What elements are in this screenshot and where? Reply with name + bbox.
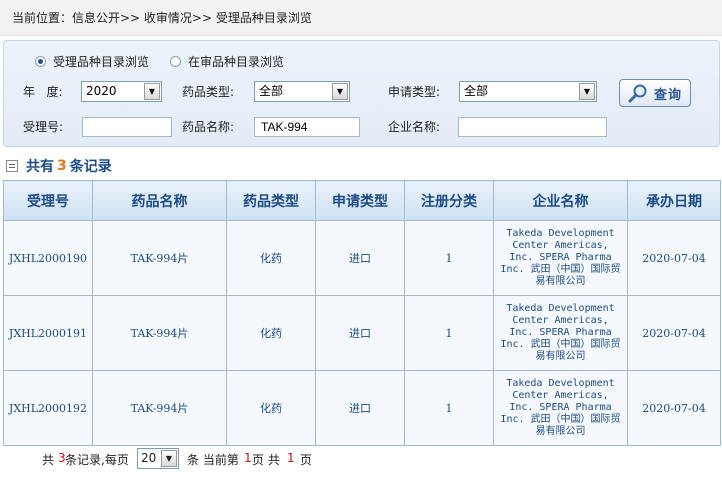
cell-drug-name: TAK-994片 (92, 295, 227, 371)
cell-apply-type: 进口 (315, 220, 405, 296)
year-select[interactable]: 2020 ▼ (81, 81, 162, 102)
page-size-select[interactable]: 20 ▼ (137, 448, 179, 469)
chevron-down-icon[interactable]: ▼ (161, 450, 177, 467)
pager-current-suffix: 页 共 (252, 453, 280, 467)
drug-type-select[interactable]: 全部 ▼ (254, 81, 350, 102)
cell-date: 2020-07-04 (627, 220, 721, 296)
cell-drug-name: TAK-994片 (92, 370, 227, 446)
column-header: 企业名称 (493, 180, 628, 221)
record-summary: 共有 3 条记录 (6, 156, 112, 176)
pager-pages-suffix: 页 (300, 453, 313, 467)
summary-count: 3 (57, 158, 67, 174)
year-select-value: 2020 (86, 84, 117, 98)
table-row[interactable]: JXHL2000191 TAK-994片 化药 进口 1 Takeda Deve… (3, 295, 721, 371)
radio-unchecked-icon[interactable] (170, 56, 181, 67)
radio-checked-icon[interactable] (35, 56, 46, 67)
chevron-down-icon[interactable]: ▼ (332, 83, 348, 100)
column-header: 受理号 (3, 180, 93, 221)
list-icon (6, 160, 18, 172)
magnifier-icon (628, 84, 647, 103)
pagination: 共 3 条记录,每页 20 ▼ 条 当前第 1 页 共 1 页 (0, 446, 722, 472)
cell-accept-no[interactable]: JXHL2000190 (3, 220, 93, 296)
column-header: 药品名称 (92, 180, 227, 221)
cell-reg-class: 1 (404, 370, 494, 446)
cell-drug-type: 化药 (226, 370, 316, 446)
drug-name-label: 药品名称: (182, 120, 235, 134)
summary-prefix: 共有 (26, 159, 54, 175)
year-label: 年 度: (23, 85, 63, 99)
pager-current-prefix: 条 当前第 (187, 453, 239, 467)
cell-drug-name: TAK-994片 (92, 220, 227, 296)
drug-type-select-value: 全部 (259, 84, 284, 98)
cell-drug-type: 化药 (226, 295, 316, 371)
column-header: 承办日期 (627, 180, 721, 221)
column-header: 注册分类 (404, 180, 494, 221)
accept-no-label: 受理号: (23, 120, 64, 134)
cell-drug-type: 化药 (226, 220, 316, 296)
radio-browse-label: 受理品种目录浏览 (53, 55, 150, 69)
summary-suffix: 条记录 (69, 159, 112, 175)
cell-reg-class: 1 (404, 295, 494, 371)
pager-total-prefix: 共 (42, 453, 55, 467)
column-header: 药品类型 (226, 180, 316, 221)
apply-type-select[interactable]: 全部 ▼ (459, 81, 597, 102)
drug-name-input[interactable] (254, 117, 360, 137)
apply-type-select-value: 全部 (464, 84, 489, 98)
cell-apply-type: 进口 (315, 295, 405, 371)
cell-date: 2020-07-04 (627, 295, 721, 371)
table-header-row: 受理号 药品名称 药品类型 申请类型 注册分类 企业名称 承办日期 (3, 180, 721, 221)
cell-company: Takeda Development Center Americas, Inc.… (493, 295, 628, 371)
cell-apply-type: 进口 (315, 370, 405, 446)
company-input[interactable] (458, 117, 607, 137)
pager-current-page: 1 (244, 451, 252, 465)
cell-company: Takeda Development Center Americas, Inc.… (493, 370, 628, 446)
cell-company: Takeda Development Center Americas, Inc.… (493, 220, 628, 296)
apply-type-label: 申请类型: (388, 85, 441, 99)
pager-total-pages: 1 (287, 451, 295, 465)
results-table: 受理号 药品名称 药品类型 申请类型 注册分类 企业名称 承办日期 JXHL20… (3, 180, 721, 446)
search-panel: 受理品种目录浏览 在审品种目录浏览 年 度: 2020 ▼ 药品类型: 全部 ▼… (3, 40, 720, 147)
chevron-down-icon[interactable]: ▼ (144, 83, 160, 100)
column-header: 申请类型 (315, 180, 405, 221)
radio-browse[interactable]: 受理品种目录浏览 (35, 53, 149, 70)
drug-type-label: 药品类型: (182, 85, 235, 99)
radio-review[interactable]: 在审品种目录浏览 (170, 53, 284, 70)
cell-date: 2020-07-04 (627, 370, 721, 446)
cell-reg-class: 1 (404, 220, 494, 296)
radio-review-label: 在审品种目录浏览 (188, 55, 285, 69)
accept-no-input[interactable] (82, 117, 172, 137)
query-button-label: 查询 (653, 87, 682, 103)
cell-accept-no[interactable]: JXHL2000191 (3, 295, 93, 371)
query-button[interactable]: 查询 (619, 79, 691, 107)
chevron-down-icon[interactable]: ▼ (579, 83, 595, 100)
cell-accept-no[interactable]: JXHL2000192 (3, 370, 93, 446)
pager-total-suffix: 条记录,每页 (65, 453, 129, 467)
table-row[interactable]: JXHL2000192 TAK-994片 化药 进口 1 Takeda Deve… (3, 370, 721, 446)
table-row[interactable]: JXHL2000190 TAK-994片 化药 进口 1 Takeda Deve… (3, 220, 721, 296)
page-size-value: 20 (141, 451, 157, 465)
company-label: 企业名称: (388, 120, 441, 134)
breadcrumb: 当前位置：信息公开>> 收审情况>> 受理品种目录浏览 (0, 0, 722, 36)
